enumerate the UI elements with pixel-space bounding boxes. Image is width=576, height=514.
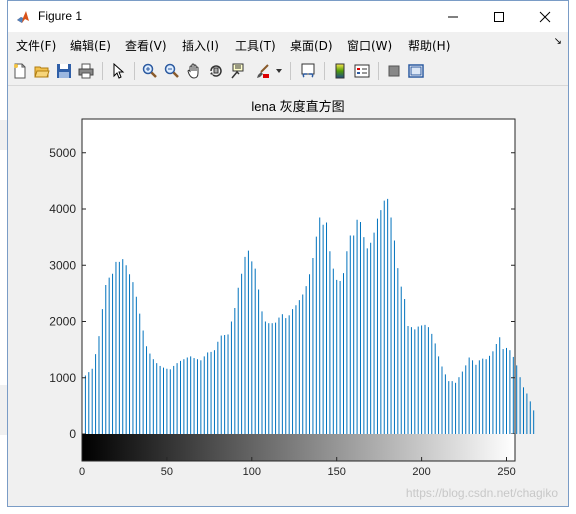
link-plot-button[interactable] <box>298 61 318 81</box>
link-plot-icon <box>301 63 315 78</box>
select-arrow-button[interactable] <box>108 61 128 81</box>
chevron-right-icon[interactable]: ↘ <box>554 36 562 47</box>
zoom-in-button[interactable] <box>140 61 160 81</box>
maximize-icon <box>494 11 504 22</box>
brush-icon <box>257 64 269 78</box>
zoom-out-icon <box>164 63 179 78</box>
y-tick-label: 1000 <box>49 371 76 385</box>
rotate-3d-icon <box>210 65 222 77</box>
menu-insert[interactable]: 插入(I) <box>182 37 219 54</box>
select-arrow-icon <box>113 63 125 79</box>
figure-window: Figure 1 文件(F) 编辑(E) 查看(V) 插入(I) 工具(T) 桌… <box>7 0 569 507</box>
menu-bar: 文件(F) 编辑(E) 查看(V) 插入(I) 工具(T) 桌面(D) 窗口(W… <box>8 32 568 56</box>
print-button[interactable] <box>76 61 96 81</box>
new-figure-icon <box>14 63 26 79</box>
data-cursor-icon <box>231 63 244 79</box>
new-figure-button[interactable] <box>10 61 30 81</box>
menu-window[interactable]: 窗口(W) <box>347 37 392 54</box>
menu-desktop[interactable]: 桌面(D) <box>290 37 333 54</box>
hide-plot-tools-icon <box>388 65 400 77</box>
insert-legend-button[interactable] <box>352 61 372 81</box>
show-plot-tools-icon <box>408 64 424 78</box>
chart-title: lena 灰度直方图 <box>251 99 344 114</box>
y-tick-label: 4000 <box>49 202 76 216</box>
pan-icon <box>187 63 199 79</box>
brush-dropdown-button[interactable] <box>274 61 284 81</box>
menu-help[interactable]: 帮助(H) <box>408 37 450 54</box>
y-tick-label: 2000 <box>49 315 76 329</box>
menu-file[interactable]: 文件(F) <box>16 37 56 54</box>
minimize-icon <box>448 16 458 17</box>
x-tick-label: 0 <box>79 466 85 478</box>
zoom-in-icon <box>142 63 157 78</box>
gray-colorbar <box>82 434 515 461</box>
insert-legend-icon <box>354 64 370 78</box>
show-plot-tools-button[interactable] <box>406 61 426 81</box>
x-tick-label: 50 <box>161 466 173 478</box>
y-tick-label: 0 <box>69 427 76 441</box>
data-cursor-button[interactable] <box>228 61 248 81</box>
hide-plot-tools-button[interactable] <box>384 61 404 81</box>
x-tick-label: 250 <box>497 466 515 478</box>
y-tick-label: 3000 <box>49 258 76 272</box>
x-tick-label: 100 <box>243 466 261 478</box>
print-icon <box>78 63 94 79</box>
zoom-out-button[interactable] <box>162 61 182 81</box>
close-icon <box>539 11 551 22</box>
rotate-3d-button[interactable] <box>206 61 226 81</box>
toolbar <box>8 57 568 86</box>
window-title: Figure 1 <box>38 9 83 23</box>
watermark: https://blog.csdn.net/chagiko <box>405 486 558 500</box>
menu-view[interactable]: 查看(V) <box>125 37 167 54</box>
save-icon <box>57 64 71 78</box>
histogram-chart: lena 灰度直方图 0 1000 2000 3000 4000 5000 0 50 100 1… <box>49 99 535 478</box>
maximize-button[interactable] <box>476 1 522 32</box>
y-tick-label: 5000 <box>49 146 76 160</box>
chevron-down-icon <box>276 69 282 73</box>
title-bar[interactable]: Figure 1 <box>8 1 568 32</box>
insert-colorbar-button[interactable] <box>330 61 350 81</box>
brush-button[interactable] <box>252 61 272 81</box>
figure-canvas: lena 灰度直方图 0 1000 2000 3000 4000 5000 0 50 100 1… <box>8 86 568 506</box>
pan-button[interactable] <box>184 61 204 81</box>
matlab-logo-icon <box>16 9 30 23</box>
save-button[interactable] <box>54 61 74 81</box>
close-button[interactable] <box>522 1 568 32</box>
x-tick-label: 150 <box>328 466 346 478</box>
menu-tools[interactable]: 工具(T) <box>235 37 276 54</box>
menu-edit[interactable]: 编辑(E) <box>70 37 111 54</box>
open-file-icon <box>34 66 50 78</box>
x-tick-label: 200 <box>412 466 430 478</box>
open-file-button[interactable] <box>32 61 52 81</box>
minimize-button[interactable] <box>430 1 476 32</box>
insert-colorbar-icon <box>335 63 345 79</box>
